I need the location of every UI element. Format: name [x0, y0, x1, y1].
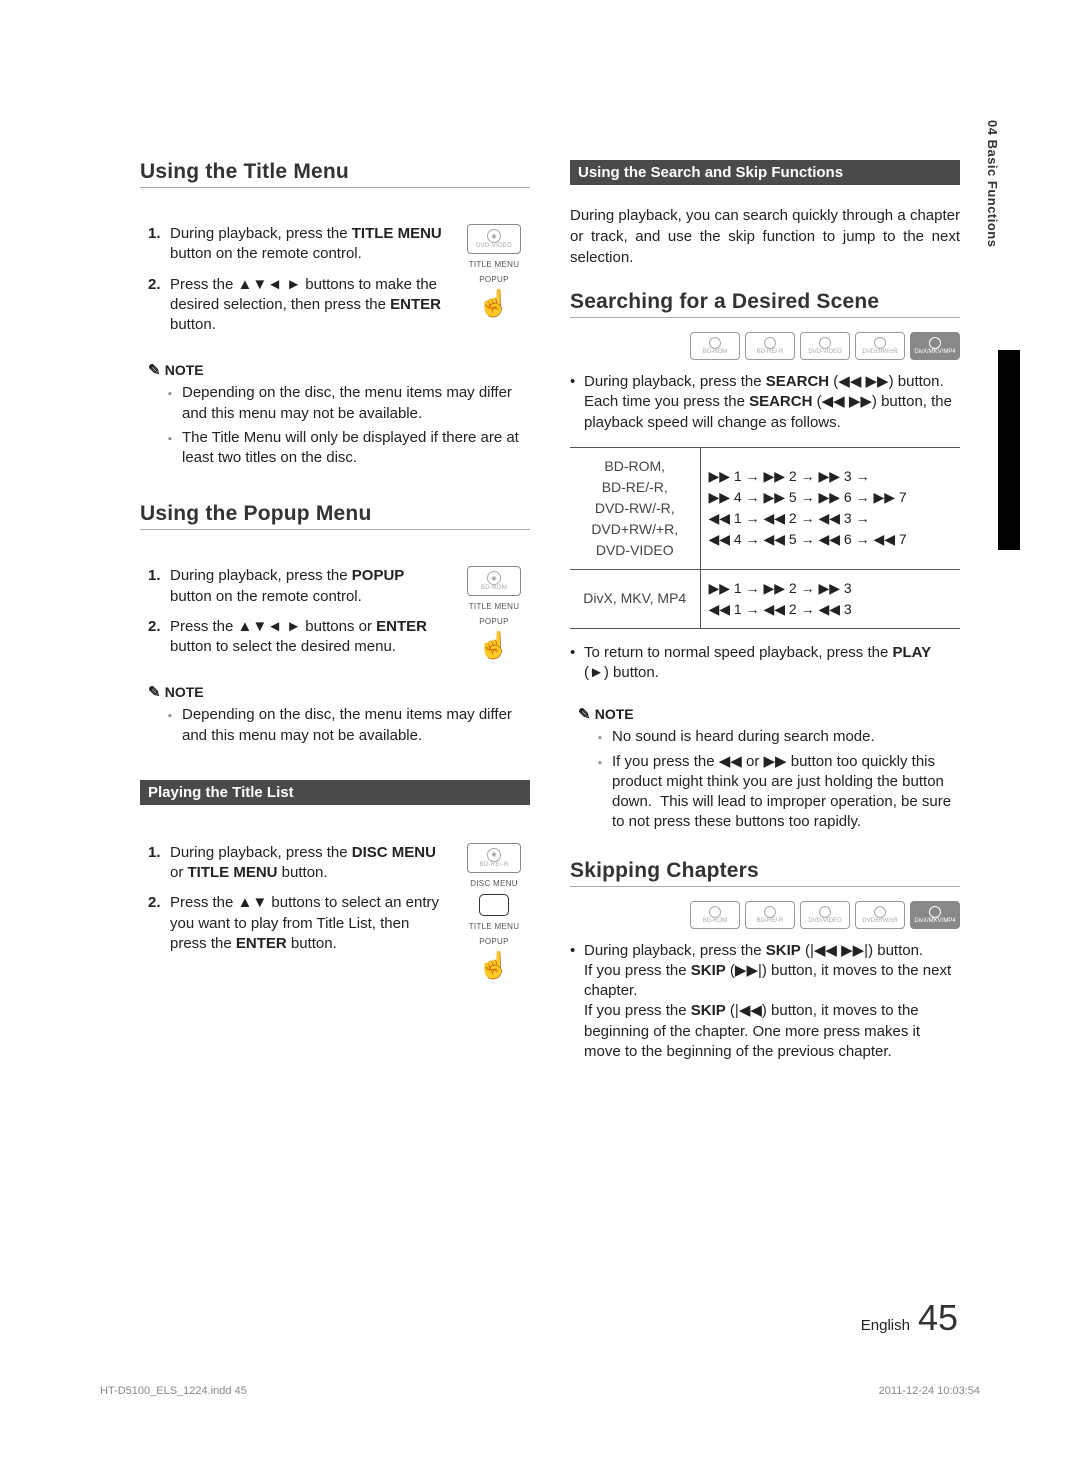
disc-row: BD-ROM BD-RE/-R DVD-VIDEO DVD±RW/±R DivX…	[570, 901, 960, 929]
disc-chip: DivX/MKV/MP4	[910, 332, 960, 360]
meta-date: 2011-12-24 10:03:54	[879, 1385, 980, 1397]
speed-table: BD-ROM, BD-RE/-R, DVD-RW/-R, DVD+RW/+R, …	[570, 447, 960, 629]
note-item: If you press the ◀◀ or ▶▶ button too qui…	[598, 752, 960, 833]
search-scene-heading: Searching for a Desired Scene	[570, 290, 960, 318]
disc-chip: DVD-VIDEO	[800, 332, 850, 360]
note-label: NOTE	[140, 361, 530, 379]
title-menu-label: TITLE MENU	[469, 260, 520, 269]
footer-page: 45	[918, 1297, 958, 1339]
speed-left-2: DivX, MKV, MP4	[570, 569, 700, 628]
speed-right-1: ▶▶ 1 → ▶▶ 2 → ▶▶ 3 → ▶▶ 4 → ▶▶ 5 → ▶▶ 6 …	[700, 447, 960, 569]
search-bullet: During playback, press the SEARCH (◀◀ ▶▶…	[570, 372, 960, 433]
title-menu-step-1: During playback, press the TITLE MENU bu…	[148, 224, 448, 265]
note-label: NOTE	[570, 705, 960, 723]
popup-icon-col: ◉BD-ROM TITLE MENU POPUP ☝	[458, 566, 530, 658]
search-skip-bar: Using the Search and Skip Functions	[570, 160, 960, 185]
skip-heading: Skipping Chapters	[570, 859, 960, 887]
disc-row: BD-ROM BD-RE/-R DVD-VIDEO DVD±RW/±R DivX…	[570, 332, 960, 360]
title-menu-step-2: Press the ▲▼◄ ► buttons to make the desi…	[148, 275, 448, 336]
disc-chip: DVD±RW/±R	[855, 901, 905, 929]
title-menu-heading: Using the Title Menu	[140, 160, 530, 188]
title-list-icon-col: ◉BD-RE/-R DISC MENU TITLE MENU POPUP ☝	[458, 843, 530, 978]
disc-chip: BD-ROM	[690, 901, 740, 929]
meta-file: HT-D5100_ELS_1224.indd 45	[100, 1385, 247, 1397]
title-list-step-1: During playback, press the DISC MENU or …	[148, 843, 448, 884]
popup-label: POPUP	[479, 617, 509, 626]
title-list-step-2: Press the ▲▼ buttons to select an entry …	[148, 893, 448, 954]
print-meta: HT-D5100_ELS_1224.indd 45 2011-12-24 10:…	[100, 1385, 980, 1397]
title-menu-icon-col: ◉DVD-VIDEO TITLE MENU POPUP ☝	[458, 224, 530, 316]
button-icon	[479, 894, 509, 916]
search-skip-intro: During playback, you can search quickly …	[570, 205, 960, 268]
return-bullet: To return to normal speed playback, pres…	[570, 643, 960, 684]
speed-left-1: BD-ROM, BD-RE/-R, DVD-RW/-R, DVD+RW/+R, …	[570, 447, 700, 569]
popup-menu-heading: Using the Popup Menu	[140, 502, 530, 530]
disc-icon: ◉BD-ROM	[467, 566, 521, 596]
right-column: Using the Search and Skip Functions Duri…	[570, 160, 960, 1068]
disc-chip: BD-ROM	[690, 332, 740, 360]
note-item: Depending on the disc, the menu items ma…	[168, 383, 530, 424]
footer-lang: English	[861, 1317, 910, 1334]
disc-chip: DVD-VIDEO	[800, 901, 850, 929]
title-list-bar: Playing the Title List	[140, 780, 530, 805]
skip-bullet: During playback, press the SKIP (|◀◀ ▶▶|…	[570, 941, 960, 1063]
hand-icon: ☝	[478, 290, 510, 316]
disc-icon: ◉BD-RE/-R	[467, 843, 521, 873]
page-footer: English 45	[861, 1297, 958, 1339]
title-menu-label: TITLE MENU	[469, 602, 520, 611]
popup-step-1: During playback, press the POPUP button …	[148, 566, 448, 607]
disc-chip: BD-RE/-R	[745, 332, 795, 360]
popup-step-2: Press the ▲▼◄ ► buttons or ENTER button …	[148, 617, 448, 658]
disc-chip: DivX/MKV/MP4	[910, 901, 960, 929]
note-item: No sound is heard during search mode.	[598, 727, 960, 747]
disc-icon: ◉DVD-VIDEO	[467, 224, 521, 254]
popup-label: POPUP	[479, 937, 509, 946]
disc-chip: DVD±RW/±R	[855, 332, 905, 360]
left-column: Using the Title Menu During playback, pr…	[140, 160, 530, 1068]
note-item: The Title Menu will only be displayed if…	[168, 428, 530, 469]
note-label: NOTE	[140, 683, 530, 701]
hand-icon: ☝	[478, 632, 510, 658]
note-item: Depending on the disc, the menu items ma…	[168, 705, 530, 746]
popup-label: POPUP	[479, 275, 509, 284]
speed-right-2: ▶▶ 1 → ▶▶ 2 → ▶▶ 3 ◀◀ 1 → ◀◀ 2 → ◀◀ 3	[700, 569, 960, 628]
hand-icon: ☝	[478, 952, 510, 978]
title-menu-label: TITLE MENU	[469, 922, 520, 931]
disc-chip: BD-RE/-R	[745, 901, 795, 929]
disc-menu-label: DISC MENU	[470, 879, 518, 888]
